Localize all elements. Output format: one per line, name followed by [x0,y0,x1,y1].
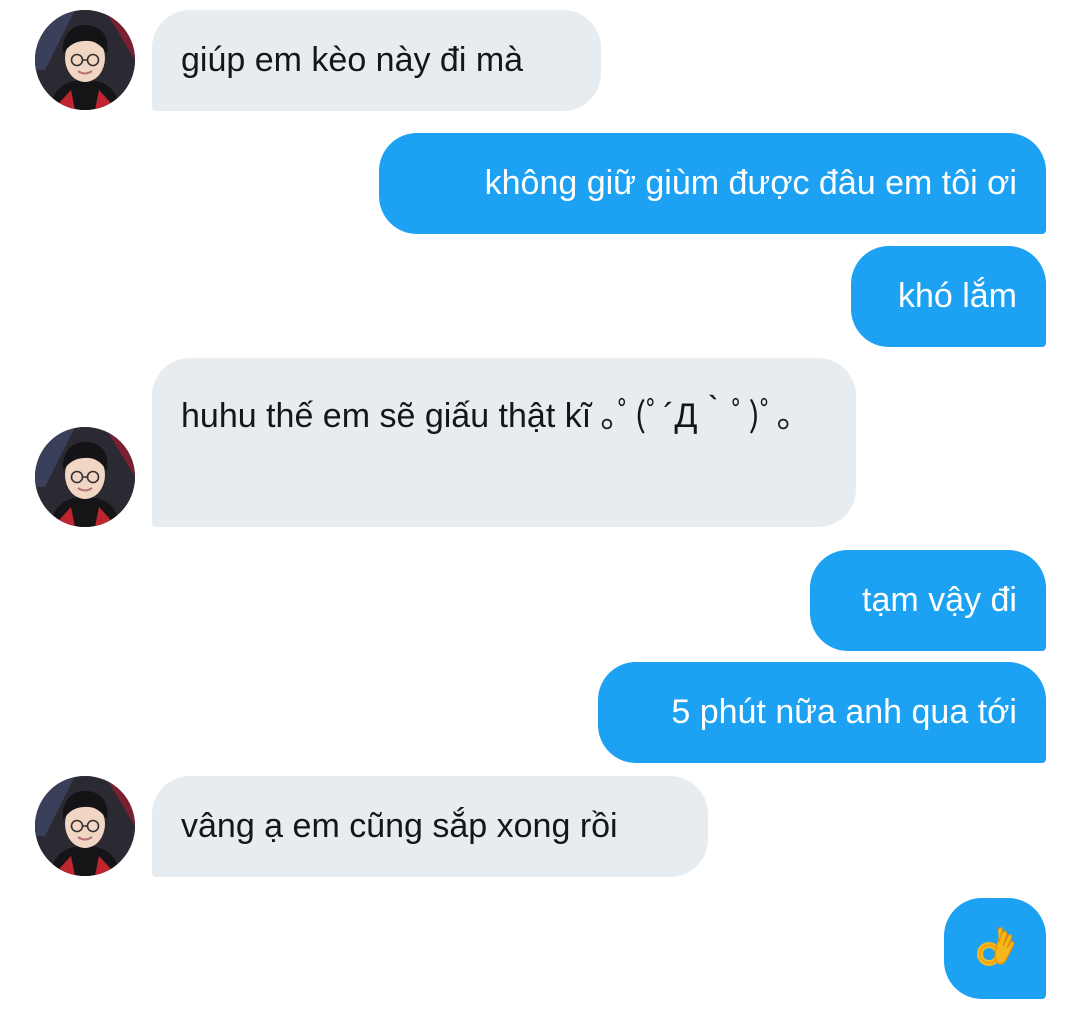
avatar-photo-icon [35,776,135,876]
message-bubble-outgoing[interactable]: khó lắm [851,246,1046,347]
sender-avatar[interactable] [35,776,135,876]
message-text: huhu thế em sẽ giấu thật kĩ ｡ﾟ(ﾟ´Д｀ﾟ)ﾟ｡ [181,397,794,435]
message-bubble-incoming[interactable]: vâng ạ em cũng sắp xong rồi [152,776,708,877]
message-text: 5 phút nữa anh qua tới [671,693,1017,731]
sender-avatar[interactable] [35,427,135,527]
message-text: không giữ giùm được đâu em tôi ơi [484,164,1017,202]
message-bubble-incoming[interactable]: giúp em kèo này đi mà [152,10,601,111]
sender-avatar[interactable] [35,10,135,110]
message-text: vâng ạ em cũng sắp xong rồi [181,807,618,845]
message-text: tạm vậy đi [862,581,1017,619]
message-text: giúp em kèo này đi mà [181,41,524,79]
avatar-photo-icon [35,10,135,110]
avatar-photo-icon [35,427,135,527]
message-bubble-outgoing[interactable]: không giữ giùm được đâu em tôi ơi [379,133,1046,234]
message-bubble-incoming[interactable]: huhu thế em sẽ giấu thật kĩ ｡ﾟ(ﾟ´Д｀ﾟ)ﾟ｡ [152,358,856,527]
message-bubble-outgoing[interactable]: 5 phút nữa anh qua tới [598,662,1046,763]
message-bubble-outgoing[interactable] [944,898,1046,999]
message-bubble-outgoing[interactable]: tạm vậy đi [810,550,1046,651]
ok-hand-icon [975,924,1015,972]
message-text: khó lắm [897,277,1017,315]
